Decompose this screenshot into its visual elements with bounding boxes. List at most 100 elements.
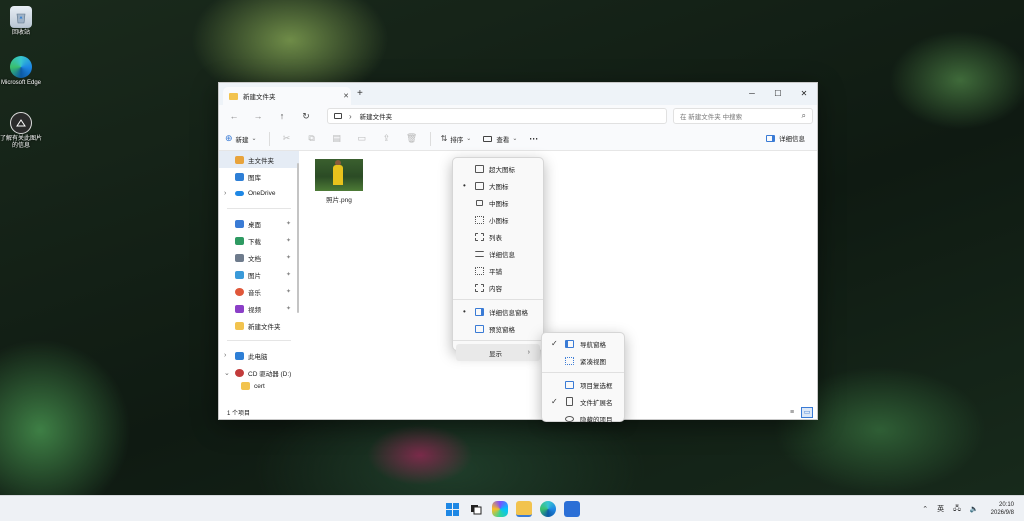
sidebar-item-downloads[interactable]: 下载 ✦ xyxy=(219,232,299,249)
menu-item-label: 紧凑视图 xyxy=(580,358,606,366)
view-button[interactable]: 查看 ⌄ xyxy=(483,134,517,144)
pin-icon[interactable]: ✦ xyxy=(286,254,291,261)
desktop-icon-info[interactable]: 了解有关此图片的信息 xyxy=(0,112,42,150)
menu-item-content[interactable]: 内容 xyxy=(453,279,543,296)
large-icons-view-icon[interactable]: ▭ xyxy=(801,407,813,418)
title-bar: 新建文件夹 ✕ + ─ ☐ ✕ xyxy=(219,83,817,105)
sidebar-scrollbar[interactable] xyxy=(297,163,299,313)
sidebar-item-cert[interactable]: cert xyxy=(219,381,299,391)
sidebar-item-new-folder[interactable]: 新建文件夹 xyxy=(219,317,299,334)
sidebar-item-label: OneDrive xyxy=(248,190,276,197)
tab-new-folder[interactable]: 新建文件夹 ✕ xyxy=(223,87,351,105)
menu-item-label: 平铺 xyxy=(489,268,502,276)
close-button[interactable]: ✕ xyxy=(791,83,817,105)
copilot-icon[interactable] xyxy=(492,501,508,517)
input-method-indicator[interactable]: 英 xyxy=(937,504,944,514)
details-pane-button[interactable]: 详细信息 xyxy=(766,133,805,143)
menu-item-show[interactable]: 显示 › xyxy=(456,344,540,361)
sidebar-item-documents[interactable]: 文档 ✦ xyxy=(219,249,299,266)
store-icon[interactable] xyxy=(564,501,580,517)
menu-item-medium-icons[interactable]: 中图标 xyxy=(453,194,543,211)
desktop-icon-edge[interactable]: Microsoft Edge xyxy=(0,56,42,87)
back-button[interactable]: ← xyxy=(225,111,243,121)
menu-item-extra-large-icons[interactable]: 超大图标 xyxy=(453,160,543,177)
command-bar: ⊕ 新建 ⌄ ✂ ⧉ ▤ ▭ ⇪ 🗑 ⇅ 排序 ⌄ 查看 ⌄ ··· 详细信息 xyxy=(219,127,817,151)
menu-item-large-icons[interactable]: • 大图标 xyxy=(453,177,543,194)
edge-browser-icon[interactable] xyxy=(540,501,556,517)
forward-button[interactable]: → xyxy=(249,111,267,121)
network-icon[interactable]: 🖧 xyxy=(953,504,961,515)
document-icon xyxy=(235,253,244,262)
expand-chevron-icon[interactable]: › xyxy=(224,352,226,359)
pin-icon[interactable]: ✦ xyxy=(286,305,291,312)
menu-item-small-icons[interactable]: 小图标 xyxy=(453,211,543,228)
sidebar-item-music[interactable]: 音乐 ✦ xyxy=(219,283,299,300)
sort-button[interactable]: ⇅ 排序 ⌄ xyxy=(441,134,472,144)
minimize-button[interactable]: ─ xyxy=(739,83,765,105)
cut-icon[interactable]: ✂ xyxy=(280,133,294,145)
delete-icon[interactable]: 🗑 xyxy=(405,133,419,145)
new-button[interactable]: ⊕ 新建 ⌄ xyxy=(225,133,257,144)
expand-chevron-icon[interactable]: › xyxy=(224,190,226,197)
expand-chevron-icon[interactable]: ⌄ xyxy=(224,369,230,377)
clock[interactable]: 20:10 2026/9/8 xyxy=(991,501,1014,517)
sidebar-item-this-pc[interactable]: › 此电脑 xyxy=(219,347,299,364)
pin-icon[interactable]: ✦ xyxy=(286,237,291,244)
start-button-icon[interactable] xyxy=(444,501,460,517)
new-tab-button[interactable]: + xyxy=(357,88,363,99)
tab-close-icon[interactable]: ✕ xyxy=(341,92,351,100)
sidebar-item-cd-drive[interactable]: ⌄ CD 驱动器 (D:) xyxy=(219,364,299,381)
extra-large-icons-icon xyxy=(475,164,484,173)
menu-divider xyxy=(453,340,543,341)
sidebar-item-home[interactable]: 主文件夹 xyxy=(219,151,299,168)
rename-icon[interactable]: ▭ xyxy=(355,133,369,145)
pin-icon[interactable]: ✦ xyxy=(286,288,291,295)
menu-item-label: 详细信息 xyxy=(489,251,515,259)
address-input[interactable]: › 新建文件夹 xyxy=(327,108,667,124)
folder-icon xyxy=(229,92,238,100)
sidebar-item-desktop[interactable]: 桌面 ✦ xyxy=(219,215,299,232)
sidebar-item-videos[interactable]: 视频 ✦ xyxy=(219,300,299,317)
details-view-icon[interactable]: ≡ xyxy=(786,407,798,418)
menu-item-navigation-pane[interactable]: ✓ 导航窗格 xyxy=(542,335,624,352)
file-item[interactable]: 照片.png xyxy=(313,159,365,204)
task-view-icon[interactable] xyxy=(468,501,484,517)
menu-item-details-pane[interactable]: • 详细信息窗格 xyxy=(453,303,543,320)
paste-icon[interactable]: ▤ xyxy=(330,133,344,145)
toolbar-divider xyxy=(429,131,431,146)
sidebar-item-onedrive[interactable]: › OneDrive xyxy=(219,185,299,202)
volume-icon[interactable]: 🔈 xyxy=(970,505,979,513)
sidebar-item-label: 图库 xyxy=(248,174,261,182)
menu-item-list[interactable]: 列表 xyxy=(453,228,543,245)
breadcrumb-current[interactable]: 新建文件夹 xyxy=(360,111,393,121)
maximize-button[interactable]: ☐ xyxy=(765,83,791,105)
up-button[interactable]: ↑ xyxy=(273,111,291,121)
menu-item-item-checkboxes[interactable]: 项目复选框 xyxy=(542,376,624,393)
refresh-button[interactable]: ↻ xyxy=(297,111,315,122)
view-icon xyxy=(483,135,493,142)
menu-item-details[interactable]: 详细信息 xyxy=(453,245,543,262)
pin-icon[interactable]: ✦ xyxy=(286,271,291,278)
sidebar-item-pictures[interactable]: 图片 ✦ xyxy=(219,266,299,283)
sidebar-item-gallery[interactable]: 图库 xyxy=(219,168,299,185)
menu-item-label: 详细信息窗格 xyxy=(489,309,528,317)
menu-item-hidden-items[interactable]: 隐藏的项目 xyxy=(542,410,624,427)
menu-item-file-extensions[interactable]: ✓ 文件扩展名 xyxy=(542,393,624,410)
search-input[interactable]: 在 新建文件夹 中搜索 ⌕ xyxy=(673,108,813,124)
file-explorer-icon[interactable] xyxy=(516,501,532,517)
clock-date: 2026/9/8 xyxy=(990,510,1014,516)
desktop-icon-recycle-bin[interactable]: 回收站 xyxy=(0,6,42,37)
list-icon xyxy=(475,232,484,241)
menu-item-preview-pane[interactable]: 预览窗格 xyxy=(453,320,543,337)
download-icon xyxy=(235,236,244,245)
tiles-icon xyxy=(475,266,484,275)
menu-item-compact-view[interactable]: 紧凑视图 xyxy=(542,352,624,369)
copy-icon[interactable]: ⧉ xyxy=(305,133,319,145)
share-icon[interactable]: ⇪ xyxy=(380,133,394,145)
chevron-up-icon[interactable]: ⌃ xyxy=(922,505,928,513)
menu-item-tiles[interactable]: 平铺 xyxy=(453,262,543,279)
more-options-button[interactable]: ··· xyxy=(529,134,538,144)
sidebar-item-label: 新建文件夹 xyxy=(248,323,281,331)
pin-icon[interactable]: ✦ xyxy=(286,220,291,227)
menu-item-label: 中图标 xyxy=(489,200,509,208)
